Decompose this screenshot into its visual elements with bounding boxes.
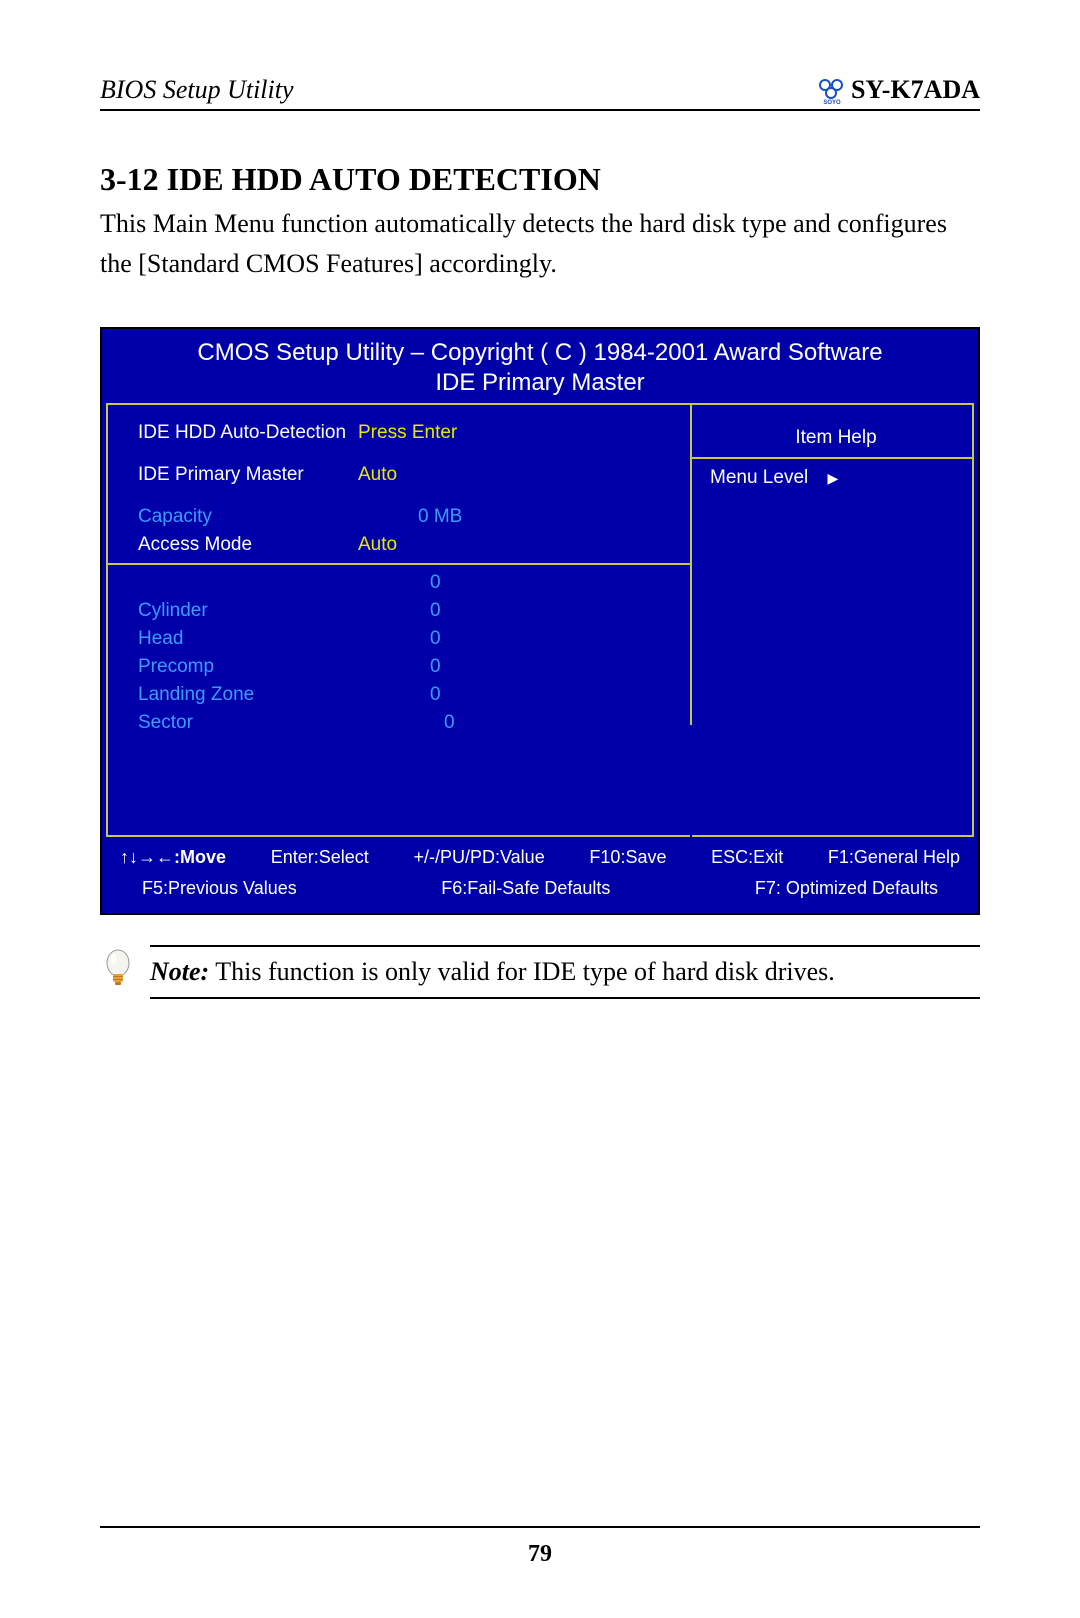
cylinder-value: 0 bbox=[358, 600, 672, 622]
triangle-right-icon: ▶ bbox=[828, 470, 839, 486]
menu-level-row: Menu Level ▶ bbox=[710, 467, 962, 489]
right-divider bbox=[692, 457, 972, 459]
primary-value: Auto bbox=[358, 464, 672, 486]
section-title: 3-12 IDE HDD AUTO DETECTION bbox=[100, 161, 980, 198]
row-head: Head 0 bbox=[138, 625, 672, 653]
head-label: Head bbox=[138, 628, 358, 650]
footer-move: ↑↓→←:Move bbox=[120, 847, 226, 868]
model-label: SY-K7ADA bbox=[851, 75, 980, 105]
row-precomp: Precomp 0 bbox=[138, 653, 672, 681]
capacity-label: Capacity bbox=[138, 506, 358, 528]
sector-value: 0 bbox=[358, 712, 672, 734]
lightbulb-icon bbox=[100, 947, 136, 1000]
auto-detect-value: Press Enter bbox=[358, 422, 672, 444]
footer-rule bbox=[100, 1526, 980, 1528]
menu-level-label: Menu Level bbox=[710, 467, 808, 488]
head-value: 0 bbox=[358, 628, 672, 650]
footer-f1: F1:General Help bbox=[828, 847, 960, 868]
note-text: This function is only valid for IDE type… bbox=[209, 957, 835, 986]
header-right: SOYO SY-K7ADA bbox=[817, 75, 980, 105]
bios-footer: ↑↓→←:Move Enter:Select +/-/PU/PD:Value F… bbox=[102, 837, 978, 913]
row-auto-detect[interactable]: IDE HDD Auto-Detection Press Enter bbox=[138, 419, 672, 447]
access-label: Access Mode bbox=[138, 534, 358, 556]
row-capacity: Capacity 0 MB bbox=[138, 503, 672, 531]
row-sector: Sector 0 bbox=[138, 709, 672, 737]
landing-label: Landing Zone bbox=[138, 684, 358, 706]
footer-f6: F6:Fail-Safe Defaults bbox=[441, 878, 610, 899]
footer-esc: ESC:Exit bbox=[711, 847, 783, 868]
item-help-label: Item Help bbox=[710, 427, 962, 449]
page-header: BIOS Setup Utility SOYO SY-K7ADA bbox=[100, 75, 980, 111]
row-cylinder: Cylinder 0 bbox=[138, 597, 672, 625]
row-access-mode[interactable]: Access Mode Auto bbox=[138, 531, 672, 559]
row-primary-master[interactable]: IDE Primary Master Auto bbox=[138, 461, 672, 489]
capacity-value: 0 MB bbox=[358, 506, 672, 528]
cylinder-label: Cylinder bbox=[138, 600, 358, 622]
sector-label: Sector bbox=[138, 712, 358, 734]
precomp-label: Precomp bbox=[138, 656, 358, 678]
note-block: Note: This function is only valid for ID… bbox=[100, 945, 980, 1000]
primary-label: IDE Primary Master bbox=[138, 464, 358, 486]
header-left: BIOS Setup Utility bbox=[100, 75, 294, 105]
bios-title: CMOS Setup Utility – Copyright ( C ) 198… bbox=[102, 329, 978, 369]
page-number: 79 bbox=[0, 1541, 1080, 1568]
landing-value: 0 bbox=[358, 684, 672, 706]
row-landing-zone: Landing Zone 0 bbox=[138, 681, 672, 709]
precomp-value: 0 bbox=[358, 656, 672, 678]
section-body: This Main Menu function automatically de… bbox=[100, 204, 980, 285]
row-blank: 0 bbox=[138, 569, 672, 597]
bios-subtitle: IDE Primary Master bbox=[102, 369, 978, 403]
bios-inner: IDE HDD Auto-Detection Press Enter IDE P… bbox=[106, 403, 974, 837]
footer-value: +/-/PU/PD:Value bbox=[413, 847, 544, 868]
auto-detect-label: IDE HDD Auto-Detection bbox=[138, 422, 358, 444]
svg-text:SOYO: SOYO bbox=[823, 100, 841, 105]
bios-right-panel: Item Help Menu Level ▶ bbox=[692, 405, 972, 835]
footer-enter: Enter:Select bbox=[271, 847, 369, 868]
note-text-container: Note: This function is only valid for ID… bbox=[150, 945, 980, 999]
bios-left-panel: IDE HDD Auto-Detection Press Enter IDE P… bbox=[108, 405, 692, 835]
footer-f7: F7: Optimized Defaults bbox=[755, 878, 938, 899]
access-value: Auto bbox=[358, 534, 672, 556]
footer-f10: F10:Save bbox=[589, 847, 666, 868]
left-divider bbox=[108, 563, 690, 565]
soyo-logo-icon: SOYO bbox=[817, 75, 847, 105]
blank-value: 0 bbox=[358, 572, 672, 594]
footer-f5: F5:Previous Values bbox=[142, 878, 297, 899]
note-label: Note: bbox=[150, 957, 209, 986]
bios-screenshot: CMOS Setup Utility – Copyright ( C ) 198… bbox=[100, 327, 980, 915]
